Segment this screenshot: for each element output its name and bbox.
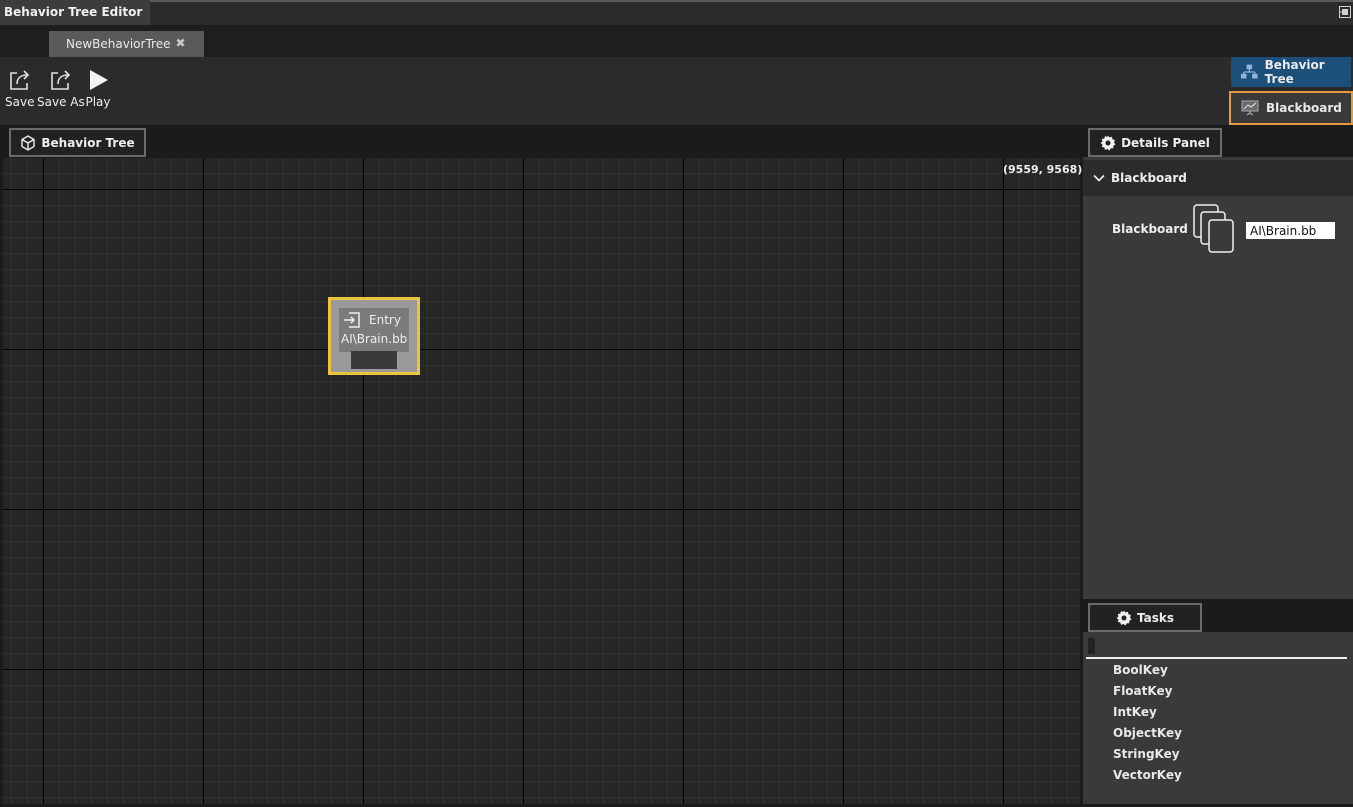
blackboard-mode-label: Blackboard [1266,101,1342,115]
behavior-tree-panel-label: Behavior Tree [41,135,135,150]
search-caret [1088,638,1095,654]
tasks-panel-label: Tasks [1136,610,1174,625]
blackboard-section-title: Blackboard [1111,171,1187,185]
blackboard-asset-icon[interactable] [1193,204,1239,254]
pin-icon[interactable] [1339,6,1351,18]
toolbar: Save Save As Play [0,57,1353,125]
title-bar: Behavior Tree Editor [0,0,1353,25]
details-panel-button[interactable]: Details Panel [1088,128,1222,157]
tab-label: NewBehaviorTree [66,37,171,51]
gear-icon [1100,135,1116,150]
play-button[interactable]: Play [85,67,111,117]
entry-node-output-port[interactable] [351,351,397,369]
save-as-button[interactable]: Save As [37,67,85,117]
window-title: Behavior Tree Editor [0,0,150,25]
play-icon [90,70,108,90]
entry-node-header: Entry [339,308,409,329]
tree-icon [1241,64,1258,79]
entry-node-blackboard: AI\Brain.bb [341,332,408,346]
behavior-tree-mode-label: Behavior Tree [1264,58,1325,86]
save-icon [9,70,29,90]
tasks-search-input[interactable] [1086,635,1347,659]
tab-new-behavior-tree[interactable]: NewBehaviorTree ✖ [49,31,204,57]
details-panel-label: Details Panel [1121,135,1210,150]
graph-canvas[interactable] [3,158,1080,804]
chevron-down-icon [1093,174,1105,182]
document-tabstrip: NewBehaviorTree ✖ [0,25,1353,57]
tasks-panel-button[interactable]: Tasks [1088,603,1202,632]
task-list: BoolKey FloatKey IntKey ObjectKey String… [1113,663,1182,789]
behavior-tree-mode-button[interactable]: Behavior Tree [1231,57,1351,87]
behavior-tree-panel-button[interactable]: Behavior Tree [9,128,146,157]
entry-node[interactable]: Entry AI\Brain.bb [328,297,420,375]
list-item[interactable]: IntKey [1113,705,1182,726]
blackboard-mode-button[interactable]: Blackboard [1229,91,1353,125]
blackboard-section-header[interactable]: Blackboard [1083,160,1353,196]
save-button[interactable]: Save [5,67,34,117]
title-divider [150,0,1353,2]
list-item[interactable]: ObjectKey [1113,726,1182,747]
list-item[interactable]: FloatKey [1113,684,1182,705]
save-label: Save [5,95,35,109]
entry-node-title: Entry [369,313,401,327]
list-item[interactable]: BoolKey [1113,663,1182,684]
blackboard-path-field[interactable] [1246,222,1335,239]
list-item[interactable]: VectorKey [1113,768,1182,789]
save-as-icon [51,70,70,90]
blackboard-icon [1241,100,1259,116]
list-item[interactable]: StringKey [1113,747,1182,768]
save-as-label: Save As [37,95,85,109]
gear-icon [1116,610,1132,625]
canvas-coordinates: (9559, 9568) [1003,163,1083,176]
cube-icon [21,134,36,151]
entry-node-body: Entry AI\Brain.bb [339,308,409,352]
entry-icon [344,312,360,328]
play-label: Play [85,95,111,109]
blackboard-property-label: Blackboard [1112,222,1188,236]
close-icon[interactable]: ✖ [175,37,185,57]
